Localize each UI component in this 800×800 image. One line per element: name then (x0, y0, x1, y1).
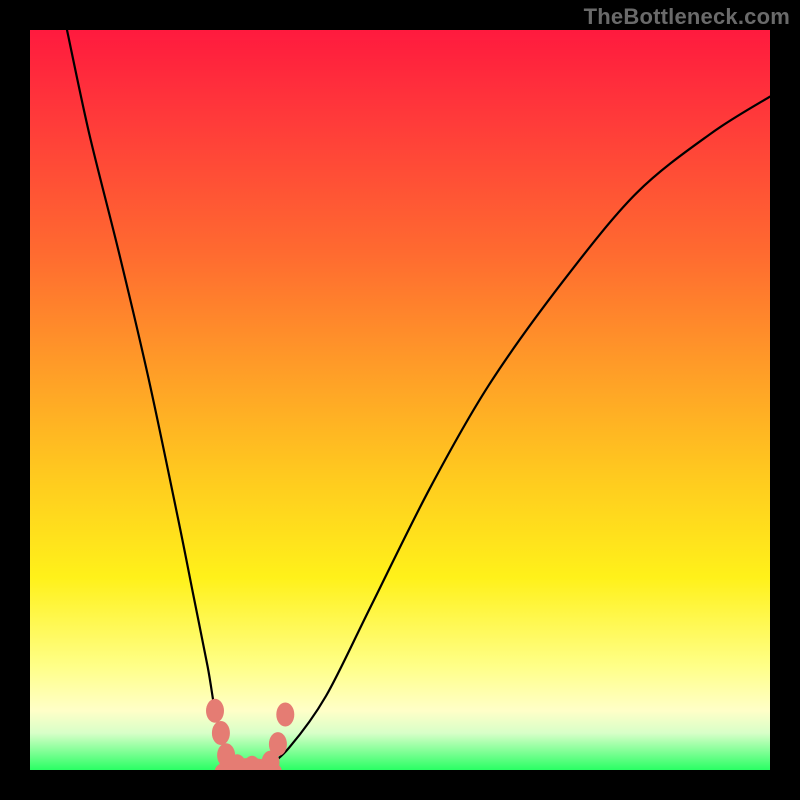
marker-group (206, 699, 294, 770)
data-marker (243, 756, 261, 770)
data-marker (269, 732, 287, 756)
watermark-text: TheBottleneck.com (584, 4, 790, 30)
chart-frame: TheBottleneck.com (0, 0, 800, 800)
plot-area (30, 30, 770, 770)
bottleneck-curve (67, 30, 770, 770)
chart-overlay (30, 30, 770, 770)
data-marker (206, 699, 224, 723)
data-marker (212, 721, 230, 745)
data-marker (276, 703, 294, 727)
